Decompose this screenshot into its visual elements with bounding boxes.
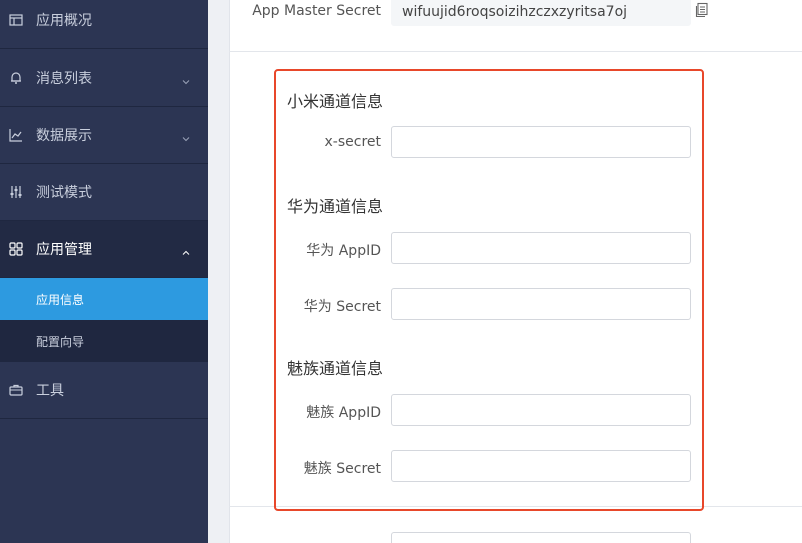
sidebar-item-tools[interactable]: 工具 — [0, 362, 208, 419]
meizu-appid-label: 魅族 AppID — [306, 405, 381, 421]
sidebar-item-data-display[interactable]: 数据展示 — [0, 107, 208, 164]
chart-icon — [9, 128, 23, 142]
meizu-section-title: 魅族通道信息 — [287, 359, 384, 378]
xiaomi-x-secret-input[interactable] — [391, 126, 691, 158]
sliders-icon — [9, 185, 23, 199]
xiaomi-section-title: 小米通道信息 — [287, 92, 384, 111]
chevron-up-icon — [182, 245, 190, 255]
copy-icon[interactable] — [694, 2, 710, 18]
sidebar-subitem-label: 应用信息 — [36, 292, 85, 307]
sidebar-item-label: 应用概况 — [36, 13, 92, 29]
meizu-secret-input[interactable] — [391, 450, 691, 482]
sidebar-subitem-label: 配置向导 — [36, 334, 85, 349]
toolbox-icon — [9, 383, 23, 397]
divider — [229, 51, 802, 52]
sidebar-item-app-management[interactable]: 应用管理 — [0, 221, 208, 278]
meizu-appid-input[interactable] — [391, 394, 691, 426]
sidebar-item-app-overview[interactable]: 应用概况 — [0, 0, 208, 49]
grid-icon — [9, 242, 23, 256]
chevron-down-icon — [182, 131, 190, 142]
sidebar-subitem-config-guide[interactable]: 配置向导 — [0, 320, 208, 362]
huawei-secret-label: 华为 Secret — [303, 299, 381, 315]
chevron-down-icon — [182, 74, 190, 85]
sidebar-item-message-list[interactable]: 消息列表 — [0, 50, 208, 107]
bell-icon — [9, 71, 23, 85]
next-field-input[interactable] — [391, 532, 691, 543]
sidebar: 应用概况 消息列表 数据展示 测试模式 应用管理 应用信息 配置向导 工具 — [0, 0, 208, 543]
sidebar-item-label: 工具 — [36, 383, 64, 399]
sidebar-item-label: 测试模式 — [36, 185, 92, 201]
huawei-secret-input[interactable] — [391, 288, 691, 320]
xiaomi-x-secret-label: x-secret — [324, 134, 382, 150]
sidebar-item-label: 消息列表 — [36, 71, 92, 87]
meizu-secret-label: 魅族 Secret — [303, 461, 381, 477]
sidebar-item-label: 应用管理 — [36, 242, 92, 258]
huawei-section-title: 华为通道信息 — [287, 197, 384, 216]
content-gutter — [208, 0, 229, 543]
sidebar-item-test-mode[interactable]: 测试模式 — [0, 164, 208, 221]
app-master-secret-label: App Master Secret — [252, 3, 381, 19]
overview-icon — [9, 13, 23, 27]
sidebar-subitem-app-info[interactable]: 应用信息 — [0, 278, 208, 320]
huawei-appid-label: 华为 AppID — [306, 243, 381, 259]
sidebar-item-label: 数据展示 — [36, 128, 92, 144]
app-master-secret-field: wifuujid6roqsoizihzczxzyritsa7oj — [391, 0, 691, 26]
huawei-appid-input[interactable] — [391, 232, 691, 264]
